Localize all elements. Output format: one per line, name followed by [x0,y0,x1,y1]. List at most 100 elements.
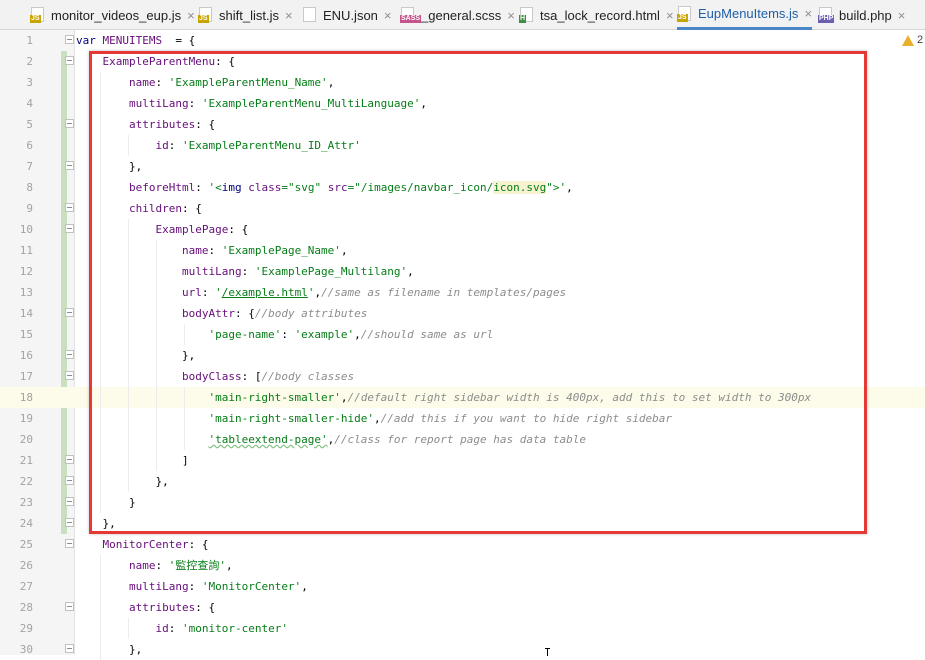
tab-enu-json[interactable]: ENU.json × [302,0,392,30]
file-type-icon: JS [198,7,214,23]
code-token: MENUITEMS [102,34,163,47]
warning-count: 2 [917,34,924,46]
tab-label: EupMenuItems.js [698,6,799,21]
code-token: = { [162,34,196,47]
fold-toggle-icon[interactable] [65,35,74,44]
line-number: 25 [19,538,33,551]
line-number: 22 [19,475,33,488]
fold-toggle-icon[interactable] [65,476,74,485]
code-line[interactable]: 26 name: '監控查詢', [0,555,925,576]
line-number: 28 [19,601,33,614]
code-text: name: '監控查詢', [76,555,233,576]
tab-label: monitor_videos_eup.js [51,7,182,23]
tab-label: ENU.json [323,7,378,23]
code-text: }, [76,639,142,660]
code-line[interactable]: 25 MonitorCenter: { [0,534,925,555]
file-type-icon: SASS [400,7,422,23]
line-number: 30 [19,643,33,656]
tab-label: tsa_lock_record.html [540,7,660,23]
fold-toggle-icon[interactable] [65,455,74,464]
code-line[interactable]: 30 }, [0,639,925,660]
close-icon[interactable]: × [285,8,293,23]
close-icon[interactable]: × [507,8,515,23]
fold-toggle-icon[interactable] [65,644,74,653]
line-number: 14 [19,307,33,320]
tab-general-scss[interactable]: SASS _general.scss × [400,0,515,30]
tab-label: _general.scss [421,7,502,23]
line-number: 16 [19,349,33,362]
fold-toggle-icon[interactable] [65,518,74,527]
tab-label: shift_list.js [219,7,279,23]
code-token: name [128,559,156,572]
file-type-label: H [519,15,527,23]
tab-eupmenuitems-js[interactable]: JS EupMenuItems.js × [677,0,813,30]
code-line[interactable]: 27 multiLang: 'MonitorCenter', [0,576,925,597]
fold-toggle-icon[interactable] [65,161,74,170]
code-token: : [155,559,169,572]
annotation-highlight-box [89,51,867,534]
line-number: 9 [26,202,33,215]
tab-tsa-lock-record-html[interactable]: Htsa_lock_record.html × [519,0,674,30]
line-number: 7 [26,160,33,173]
tab-build-php[interactable]: PHP build.php × [818,0,905,30]
line-number: 1 [26,34,33,47]
code-token: : { [195,601,216,614]
line-number: 20 [19,433,33,446]
code-token: attributes [128,601,196,614]
code-line[interactable]: 29 id: 'monitor-center' [0,618,925,639]
code-token: MonitorCenter [102,538,189,551]
fold-toggle-icon[interactable] [65,602,74,611]
close-icon[interactable]: × [898,8,906,23]
fold-toggle-icon[interactable] [65,539,74,548]
line-number: 12 [19,265,33,278]
fold-toggle-icon[interactable] [65,350,74,359]
fold-toggle-icon[interactable] [65,371,74,380]
code-token: 'monitor-center' [181,622,288,635]
line-number: 6 [26,139,33,152]
fold-toggle-icon[interactable] [65,203,74,212]
tab-label: build.php [839,7,892,23]
file-type-icon [302,7,318,23]
fold-toggle-icon[interactable] [65,308,74,317]
line-number: 15 [19,328,33,341]
line-number: 4 [26,97,33,110]
file-type-icon: PHP [818,7,835,23]
editor-tab-bar: JS monitor_videos_eup.js × JS shift_list.js ×… [0,0,925,30]
close-icon[interactable]: × [384,8,392,23]
file-type-label: SASS [400,15,422,23]
fold-toggle-icon[interactable] [65,224,74,233]
line-number: 2 [26,55,33,68]
inspection-warnings-indicator[interactable]: 2 [902,34,923,46]
line-number: 11 [19,244,33,257]
tab-monitor-videos-eup-js[interactable]: JS monitor_videos_eup.js × [30,0,195,30]
line-number: 26 [19,559,33,572]
code-token: : [168,622,182,635]
fold-toggle-icon[interactable] [65,56,74,65]
code-token: '監控查詢' [168,559,226,572]
code-line[interactable]: 1 var MENUITEMS = { [0,30,925,51]
code-text: attributes: { [76,597,215,618]
line-number: 21 [19,454,33,467]
close-icon[interactable]: × [187,8,195,23]
tab-shift-list-js[interactable]: JS shift_list.js × [198,0,293,30]
close-icon[interactable]: × [666,8,674,23]
line-number: 27 [19,580,33,593]
close-icon[interactable]: × [804,6,812,21]
file-type-label: JS [198,15,209,23]
fold-toggle-icon[interactable] [65,119,74,128]
line-number: 8 [26,181,33,194]
warning-icon [902,34,914,46]
line-number: 23 [19,496,33,509]
file-type-icon: JS [30,7,46,23]
code-line[interactable]: 28 attributes: { [0,597,925,618]
line-number: 10 [19,223,33,236]
code-token: var [76,34,103,47]
file-type-label: JS [30,15,41,23]
code-text: multiLang: 'MonitorCenter', [76,576,308,597]
line-number: 17 [19,370,33,383]
fold-toggle-icon[interactable] [65,497,74,506]
